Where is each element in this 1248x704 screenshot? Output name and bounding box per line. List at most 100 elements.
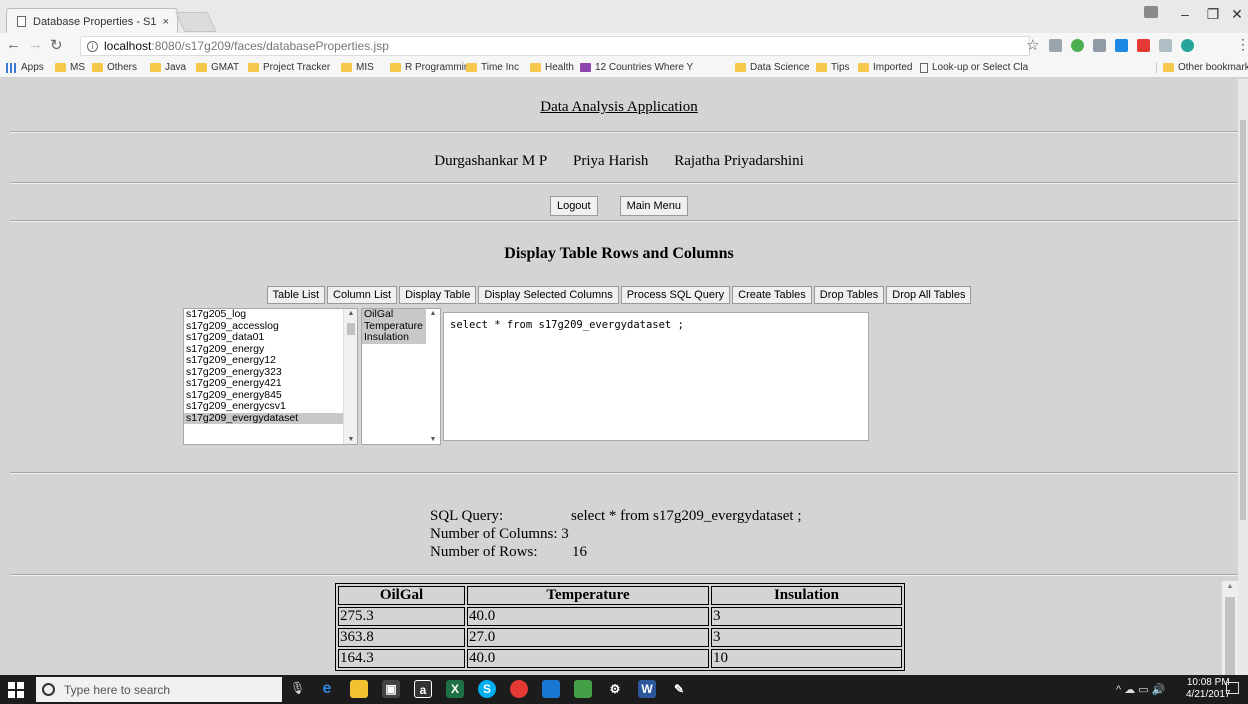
bookmark-apps[interactable]: Apps (6, 62, 44, 73)
url-field[interactable]: i localhost :8080/s17g209/faces/database… (80, 36, 1030, 56)
new-tab-button[interactable] (175, 12, 217, 32)
scroll-thumb[interactable] (1225, 597, 1235, 675)
scroll-down-icon[interactable]: ▼ (426, 436, 440, 443)
cortana-icon (42, 683, 55, 696)
extension-icon[interactable] (1049, 39, 1062, 52)
app-title-link[interactable]: Data Analysis Application (0, 99, 1238, 116)
drop-all-tables-button[interactable]: Drop All Tables (886, 286, 972, 304)
process-sql-query-button[interactable]: Process SQL Query (620, 286, 731, 304)
list-item[interactable]: s17g205_log (184, 309, 357, 321)
drop-tables-button[interactable]: Drop Tables (813, 286, 885, 304)
table-list-button[interactable]: Table List (266, 286, 326, 304)
columns-list-scrollbar[interactable]: ▲ ▼ (426, 309, 440, 444)
bookmark-folder[interactable]: Others (92, 62, 137, 73)
store-icon[interactable]: ▣ (382, 680, 400, 698)
windows-start-icon[interactable] (8, 682, 24, 698)
list-item[interactable]: s17g209_energycsv1 (184, 400, 357, 413)
extension-icon[interactable] (1093, 39, 1106, 52)
taskbar-clock[interactable]: 10:08 PM 4/21/2017 (1186, 677, 1231, 701)
create-tables-button[interactable]: Create Tables (732, 286, 812, 304)
bookmark-folder[interactable]: Tips (816, 62, 850, 73)
clock-date: 4/21/2017 (1186, 689, 1231, 700)
bookmark-folder[interactable]: Imported (858, 62, 912, 73)
logout-button[interactable]: Logout (549, 196, 598, 216)
browser-menu-icon[interactable]: ⋮ (1236, 36, 1248, 53)
sql-query-input[interactable]: select * from s17g209_evergydataset ; (443, 312, 869, 441)
chrome-icon[interactable] (510, 680, 528, 698)
columns-listbox[interactable]: OilGal Temperature Insulation ▲ ▼ (361, 308, 441, 445)
forward-icon[interactable]: → (28, 36, 43, 53)
close-window-icon[interactable]: ✕ (1222, 6, 1248, 23)
bookmark-folder[interactable]: Java (150, 62, 186, 73)
display-selected-columns-button[interactable]: Display Selected Columns (478, 286, 619, 304)
bookmark-folder[interactable]: Time Inc (466, 62, 519, 73)
list-item[interactable]: s17g209_energy421 (184, 377, 357, 390)
other-bookmarks[interactable]: Other bookmarks (1156, 62, 1248, 73)
bookmark-star-icon[interactable]: ☆ (1026, 36, 1039, 54)
app-icon[interactable] (542, 680, 560, 698)
edge-icon[interactable]: e (318, 680, 336, 698)
reload-icon[interactable]: ↻ (50, 36, 63, 54)
microphone-icon[interactable]: 🎙 (290, 681, 305, 695)
browser-tab[interactable]: Database Properties - S1 × (6, 8, 178, 34)
list-item[interactable]: s17g209_data01 (184, 331, 357, 344)
system-tray-icons[interactable]: ^ ☁ ▭ 🔊 (1116, 683, 1165, 696)
bookmark-folder[interactable]: GMAT (196, 62, 239, 73)
tables-list-scrollbar[interactable]: ▲ ▼ (343, 309, 357, 444)
word-icon[interactable]: W (638, 680, 656, 698)
divider (10, 574, 1238, 576)
bookmark-link[interactable]: Look-up or Select Cla (920, 62, 1028, 73)
taskbar-search-input[interactable]: Type here to search (36, 677, 282, 702)
page-icon (17, 16, 26, 27)
column-list-button[interactable]: Column List (327, 286, 398, 304)
tables-listbox[interactable]: s17g205_log s17g209_accesslog s17g209_da… (183, 308, 358, 445)
main-menu-button[interactable]: Main Menu (619, 196, 689, 216)
divider (10, 220, 1238, 222)
folder-icon (1163, 63, 1174, 72)
divider (10, 472, 1238, 474)
scroll-thumb[interactable] (347, 323, 355, 335)
extension-icon[interactable] (1181, 39, 1194, 52)
table-frame-scrollbar[interactable]: ▲ (1222, 581, 1238, 675)
table-row: 275.3 40.0 3 (338, 607, 902, 626)
minimize-icon[interactable]: – (1170, 6, 1200, 22)
page-content: Data Analysis Application Durgashankar M… (0, 79, 1238, 675)
table-cell: 275.3 (338, 607, 465, 626)
scroll-up-icon[interactable]: ▲ (426, 310, 440, 317)
extension-icon[interactable] (1071, 39, 1084, 52)
amazon-icon[interactable]: a (414, 680, 432, 698)
list-item[interactable]: s17g209_energy12 (184, 354, 357, 367)
bookmark-link[interactable]: 12 Countries Where Y (580, 62, 693, 73)
page-scroll-thumb[interactable] (1240, 120, 1246, 520)
info-icon[interactable]: i (87, 40, 98, 52)
excel-icon[interactable]: X (446, 680, 464, 698)
scroll-down-icon[interactable]: ▼ (344, 436, 357, 443)
scroll-up-icon[interactable]: ▲ (1222, 583, 1238, 590)
column-header: Insulation (711, 586, 902, 605)
column-header: OilGal (338, 586, 465, 605)
app-icon[interactable] (574, 680, 592, 698)
file-explorer-icon[interactable] (350, 680, 368, 698)
back-icon[interactable]: ← (6, 36, 21, 53)
notification-icon[interactable] (1226, 682, 1239, 694)
paint-icon[interactable]: ✎ (670, 680, 688, 698)
settings-gear-icon[interactable]: ⚙ (606, 680, 624, 698)
profile-icon[interactable] (1144, 6, 1158, 18)
extension-icon[interactable] (1159, 39, 1172, 52)
display-table-button[interactable]: Display Table (399, 286, 477, 304)
table-cell: 363.8 (338, 628, 465, 647)
list-item-selected[interactable]: s17g209_evergydataset (184, 412, 357, 424)
bookmark-folder[interactable]: Data Science (735, 62, 809, 73)
extension-icon[interactable] (1137, 39, 1150, 52)
bookmark-folder[interactable]: MS (55, 62, 85, 73)
tab-close-icon[interactable]: × (163, 16, 169, 28)
extension-icon[interactable] (1115, 39, 1128, 52)
bookmark-folder[interactable]: R Programming (390, 62, 475, 73)
scroll-up-icon[interactable]: ▲ (344, 310, 357, 317)
bookmark-folder[interactable]: Health (530, 62, 574, 73)
bookmark-folder[interactable]: Project Tracker (248, 62, 330, 73)
bookmark-folder[interactable]: MIS (341, 62, 374, 73)
authors: Durgashankar M P Priya Harish Rajatha Pr… (0, 153, 1238, 170)
search-placeholder: Type here to search (64, 682, 171, 697)
skype-icon[interactable]: S (478, 680, 496, 698)
